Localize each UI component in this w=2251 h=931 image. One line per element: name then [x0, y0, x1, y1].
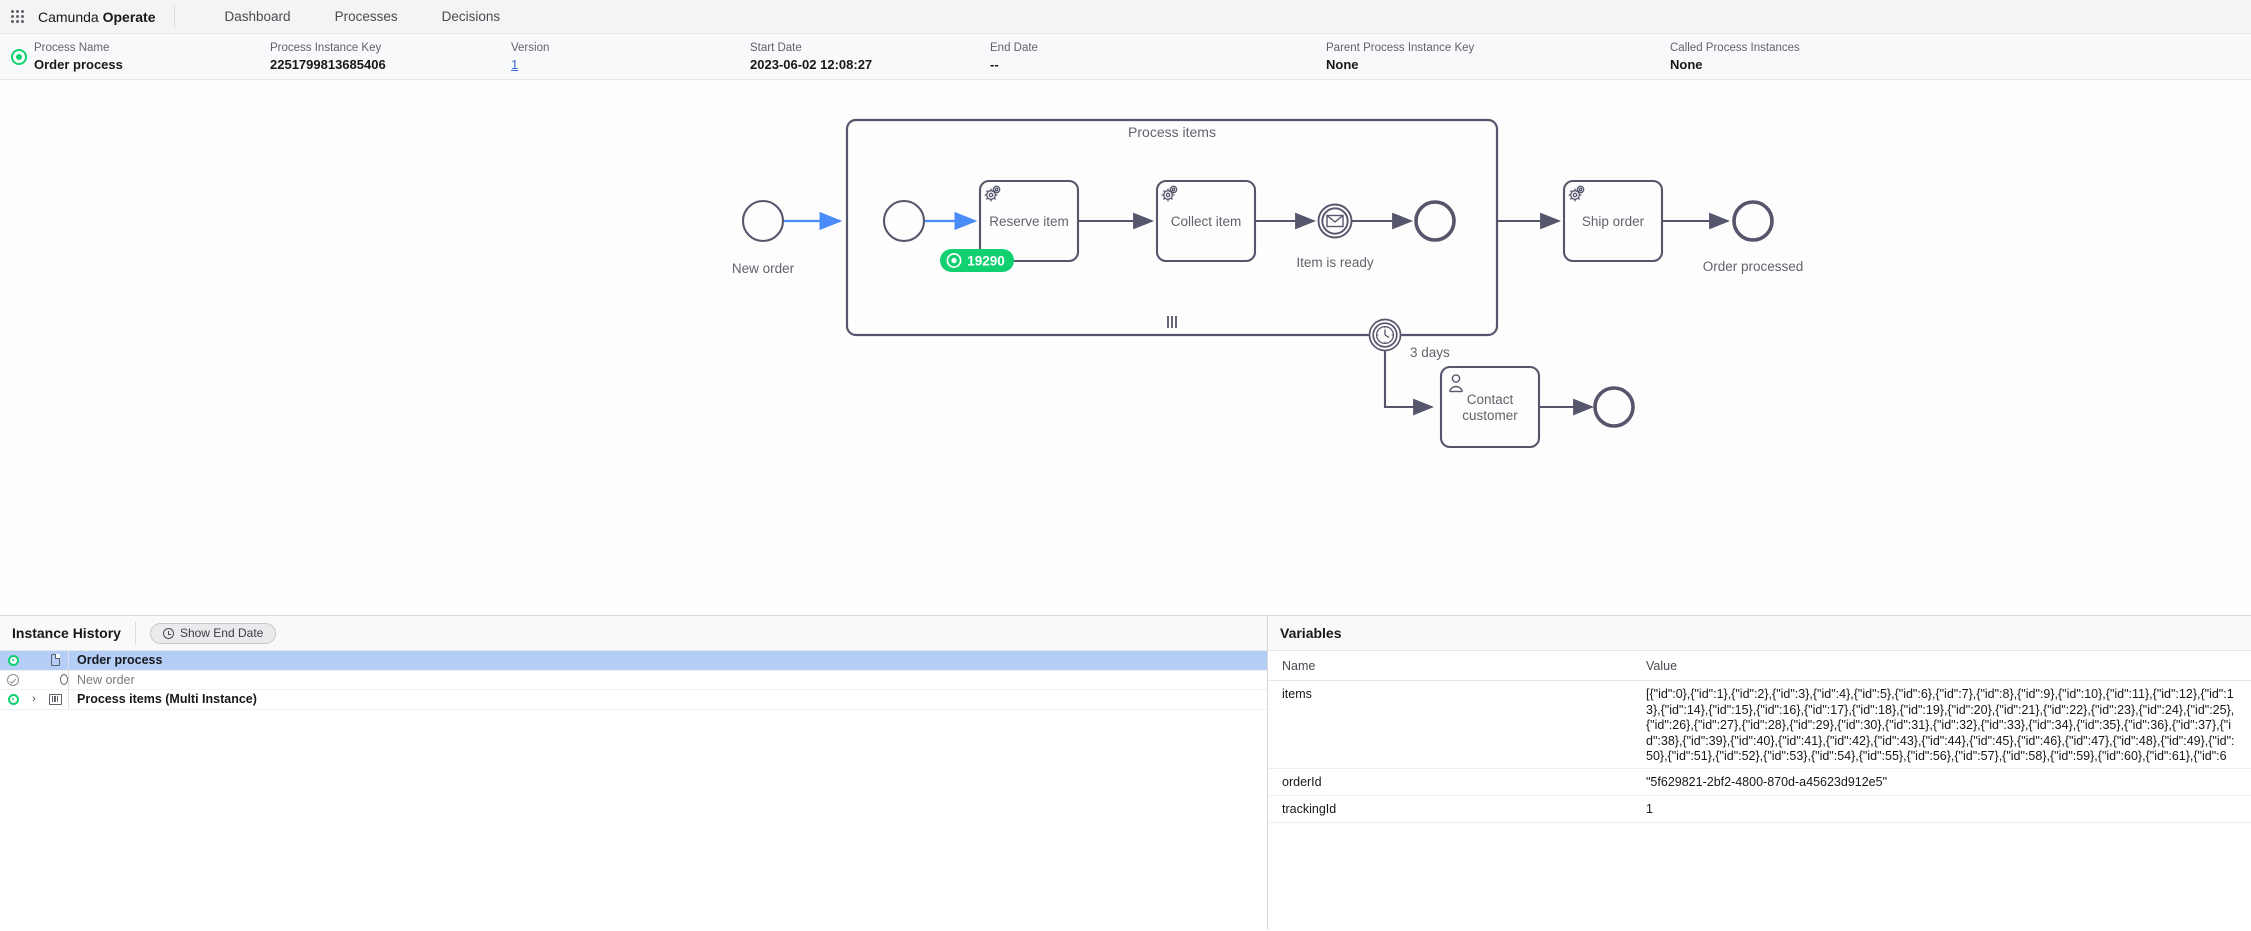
instance-history-title: Instance History: [12, 625, 121, 641]
variable-row-trackingid[interactable]: trackingId 1: [1268, 796, 2251, 823]
header-label: Parent Process Instance Key: [1326, 41, 1475, 54]
variables-table-head: Name Value: [1268, 651, 2251, 681]
variable-row-items[interactable]: items [{"id":0},{"id":1},{"id":2},{"id":…: [1268, 681, 2251, 769]
app-bar: Camunda Operate Dashboard Processes Deci…: [0, 0, 2251, 34]
instance-count-badge[interactable]: 19290: [940, 249, 1014, 272]
multi-instance-icon: [42, 693, 68, 705]
expand-caret-icon[interactable]: ›: [26, 693, 42, 705]
history-row-process-items[interactable]: › Process items (Multi Instance): [0, 689, 1267, 710]
variables-header: Variables: [1268, 616, 2251, 651]
bpmn-canvas[interactable]: Process items New order Reserve item 192…: [0, 80, 2251, 616]
variables-panel: Variables Name Value items [{"id":0},{"i…: [1268, 616, 2251, 930]
header-field-process-name: Process Name Order process: [34, 42, 270, 72]
column-header-value: Value: [1646, 658, 1678, 673]
user-task-contact-customer[interactable]: Contact customer: [1439, 365, 1541, 449]
header-field-start-date: Start Date 2023-06-02 12:08:27: [750, 42, 990, 72]
row-divider: [68, 689, 69, 709]
brand-prefix: Camunda: [38, 8, 103, 25]
clock-icon: [162, 627, 174, 639]
variable-value: [{"id":0},{"id":1},{"id":2},{"id":3},{"i…: [1646, 687, 2235, 765]
task-label: Ship order: [1582, 214, 1645, 229]
header-value: 2251799813685406: [270, 56, 386, 72]
row-state-completed-icon: [0, 673, 26, 686]
header-label: Start Date: [750, 41, 802, 54]
variables-table: Name Value items [{"id":0},{"id":1},{"id…: [1268, 651, 2251, 930]
version-link[interactable]: 1: [511, 57, 750, 72]
column-header-name: Name: [1282, 658, 1316, 673]
active-instance-icon: [11, 49, 27, 65]
header-value: Order process: [34, 56, 123, 72]
instance-history-panel: Instance History Show End Date Order pro…: [0, 616, 1268, 930]
variable-name: items: [1282, 687, 1312, 701]
header-label: Version: [511, 41, 550, 54]
inner-start-event[interactable]: [882, 199, 926, 243]
nav-item-dashboard[interactable]: Dashboard: [203, 0, 313, 34]
service-task-collect-item[interactable]: Collect item: [1155, 179, 1257, 263]
header-value: None: [1326, 56, 1359, 72]
variable-value: 1: [1646, 802, 1653, 816]
history-row-label: Order process: [77, 653, 163, 668]
instance-history-tree[interactable]: Order process New order › Process items …: [0, 651, 1267, 930]
show-end-date-toggle[interactable]: Show End Date: [149, 622, 277, 644]
end-event-label: Order processed: [1703, 259, 1804, 274]
row-divider: [68, 651, 69, 670]
history-row-order-process[interactable]: Order process: [0, 651, 1267, 671]
header-field-called-process-instances: Called Process Instances None: [1670, 42, 1970, 72]
variables-title: Variables: [1280, 625, 1342, 641]
header-value: --: [990, 56, 999, 72]
title-divider: [134, 622, 136, 644]
header-value: 2023-06-02 12:08:27: [750, 56, 873, 72]
apps-grid-icon[interactable]: [0, 0, 34, 34]
service-task-ship-order[interactable]: Ship order: [1562, 179, 1664, 263]
brand-title: Camunda Operate: [34, 9, 174, 25]
task-label-line2: customer: [1462, 408, 1518, 423]
message-event-label: Item is ready: [1296, 255, 1374, 270]
bpmn-diagram[interactable]: Process items New order Reserve item 192…: [0, 80, 2251, 616]
row-divider: [68, 670, 69, 690]
bottom-panels: Instance History Show End Date Order pro…: [0, 616, 2251, 930]
instance-count-label: 19290: [967, 254, 1005, 269]
nav-item-processes[interactable]: Processes: [313, 0, 420, 34]
end-event-after-contact-customer[interactable]: [1593, 386, 1635, 428]
variable-name: orderId: [1282, 775, 1322, 789]
subprocess-label: Process items: [1128, 124, 1216, 140]
task-label-line1: Contact: [1467, 392, 1514, 407]
subprocess-end-event[interactable]: [1414, 200, 1456, 242]
instance-header: Process Name Order process Process Insta…: [0, 34, 2251, 80]
envelope-icon: [1326, 214, 1344, 228]
history-row-label: New order: [77, 672, 135, 687]
circle-icon: [42, 674, 68, 686]
header-label: Process Instance Key: [270, 41, 382, 54]
header-label: Called Process Instances: [1670, 41, 1800, 54]
nav-item-decisions[interactable]: Decisions: [420, 0, 523, 34]
header-field-process-instance-key: Process Instance Key 2251799813685406: [270, 42, 511, 72]
header-field-end-date: End Date --: [990, 42, 1326, 72]
history-row-label: Process items (Multi Instance): [77, 692, 257, 707]
start-event-new-order[interactable]: New order: [732, 199, 795, 276]
brand-suffix: Operate: [102, 8, 156, 25]
row-state-active-icon: [0, 654, 26, 666]
header-label: End Date: [990, 41, 1038, 54]
header-value: None: [1670, 56, 1703, 72]
task-label: Collect item: [1171, 214, 1242, 229]
header-label: Process Name: [34, 41, 110, 54]
history-row-new-order[interactable]: New order: [0, 670, 1267, 690]
header-field-version: Version 1: [511, 42, 750, 72]
instance-history-header: Instance History Show End Date: [0, 616, 1267, 651]
task-label: Reserve item: [989, 214, 1069, 229]
start-event-label: New order: [732, 261, 795, 276]
brand-divider: [173, 5, 175, 28]
main-nav: Dashboard Processes Decisions: [203, 0, 523, 34]
header-field-parent-process-instance-key: Parent Process Instance Key None: [1326, 42, 1670, 72]
timer-label: 3 days: [1410, 345, 1450, 360]
variable-value: "5f629821-2bf2-4800-870d-a45623d912e5": [1646, 775, 1888, 789]
end-event-order-processed[interactable]: Order processed: [1703, 200, 1804, 274]
row-state-active-icon: [0, 693, 26, 705]
document-icon: [42, 654, 68, 667]
variable-row-orderid[interactable]: orderId "5f629821-2bf2-4800-870d-a45623d…: [1268, 769, 2251, 796]
variable-name: trackingId: [1282, 802, 1337, 816]
show-end-date-label: Show End Date: [179, 626, 264, 640]
